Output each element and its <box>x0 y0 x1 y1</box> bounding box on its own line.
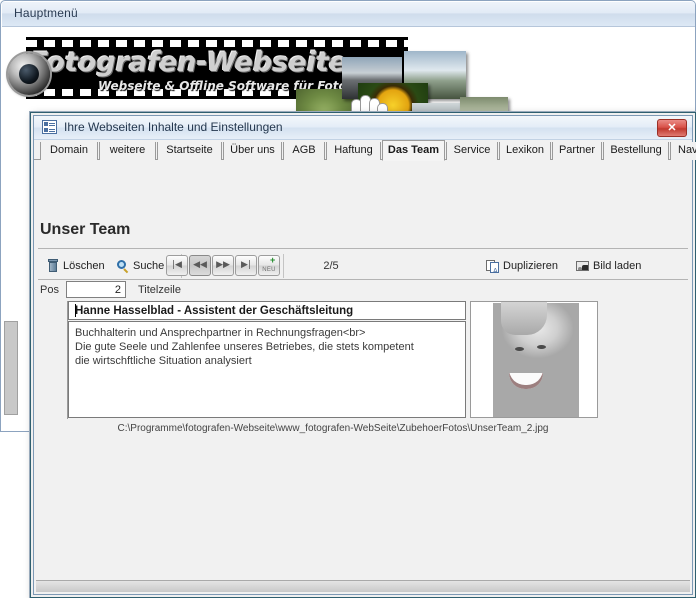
title-input-value: Hanne Hasselblad - Assistent der Geschäf… <box>75 305 354 317</box>
tab-haftung[interactable]: Haftung <box>326 142 381 160</box>
tab-weitere[interactable]: weitere <box>99 142 156 160</box>
tab-partner[interactable]: Partner <box>552 142 602 160</box>
team-photo-preview[interactable] <box>470 301 598 418</box>
record-selector-bar[interactable] <box>60 301 68 419</box>
search-button-label: Suche <box>133 260 165 272</box>
tab-lexikon[interactable]: Lexikon <box>499 142 551 160</box>
pos-input[interactable]: 2 <box>66 281 126 298</box>
plus-icon: + <box>270 255 276 265</box>
next-record-button[interactable]: ▶▶ <box>212 255 234 276</box>
duplicate-button[interactable]: Duplizieren <box>486 256 576 282</box>
close-icon[interactable]: ✕ <box>657 119 687 137</box>
tab-bar: Domain weitere Startseite Über uns AGB H… <box>34 140 696 161</box>
first-record-button[interactable]: |◀ <box>166 255 188 276</box>
last-record-button[interactable]: ▶| <box>235 255 257 276</box>
body-textarea[interactable]: Buchhalterin und Ansprechpartner in Rech… <box>68 321 466 418</box>
duplicate-button-label: Duplizieren <box>503 260 559 272</box>
tab-service[interactable]: Service <box>446 142 498 160</box>
body-line-1: Buchhalterin und Ansprechpartner in Rech… <box>75 327 366 339</box>
tab-startseite[interactable]: Startseite <box>157 142 222 160</box>
body-line-3: die wirtschftliche Situation analysiert <box>75 355 252 367</box>
camera-lens-icon <box>8 53 50 95</box>
tab-agb[interactable]: AGB <box>283 142 325 160</box>
banner-title: Fotografen-Webseite <box>30 47 348 78</box>
main-window-titlebar: Hauptmenü <box>2 2 695 27</box>
text-caret <box>75 304 76 317</box>
trash-icon <box>46 259 60 273</box>
screen: Hauptmenü Fotografen-Webseite Webseite &… <box>0 0 696 598</box>
pos-label: Pos <box>40 284 59 296</box>
site-banner: Fotografen-Webseite Webseite & Offline S… <box>8 35 510 149</box>
form-icon <box>42 120 57 134</box>
new-record-label: NEU <box>262 267 276 273</box>
title-input[interactable]: Hanne Hasselblad - Assistent der Geschäf… <box>68 301 466 320</box>
settings-dialog: Ihre Webseiten Inhalte und Einstellungen… <box>30 112 696 598</box>
tab-bestellung[interactable]: Bestellung <box>603 142 669 160</box>
dialog-title: Ihre Webseiten Inhalte und Einstellungen <box>64 120 283 134</box>
dialog-titlebar[interactable]: Ihre Webseiten Inhalte und Einstellungen… <box>34 116 692 140</box>
divider <box>38 248 688 249</box>
record-toolbar: Löschen Suche |◀ ◀◀ ▶▶ ▶| + NEU 2/5 A Du… <box>38 253 688 282</box>
dialog-frame: Ihre Webseiten Inhalte und Einstellungen… <box>33 115 696 595</box>
record-editor: Hanne Hasselblad - Assistent der Geschäf… <box>60 301 606 419</box>
tab-navigation[interactable]: Navigation <box>670 142 696 160</box>
dialog-statusbar <box>36 580 690 592</box>
image-icon <box>576 259 590 273</box>
toolbar-separator <box>283 254 284 278</box>
duplicate-icon <box>486 259 500 282</box>
new-record-button[interactable]: + NEU <box>258 255 280 276</box>
image-path-label: C:\Programme\fotografen-Webseite\www_fot… <box>117 423 549 434</box>
previous-record-button[interactable]: ◀◀ <box>189 255 211 276</box>
titlezeile-label: Titelzeile <box>138 284 181 296</box>
divider <box>38 279 688 280</box>
team-member-photo <box>493 302 579 417</box>
last-record-icon: ▶| <box>241 260 251 270</box>
first-record-icon: |◀ <box>172 260 182 270</box>
tab-panel-das-team: Unser Team Löschen Suche |◀ ◀◀ ▶▶ ▶| + N… <box>34 161 692 580</box>
load-image-button[interactable]: Bild laden <box>576 256 666 276</box>
search-icon <box>116 259 130 274</box>
tab-ueber-uns[interactable]: Über uns <box>223 142 282 160</box>
page-title: Unser Team <box>40 221 131 238</box>
previous-record-icon: ◀◀ <box>193 260 207 270</box>
delete-button[interactable]: Löschen <box>46 256 112 276</box>
tab-das-team[interactable]: Das Team <box>382 140 445 161</box>
body-line-2: Die gute Seele und Zahlenfee unseres Bet… <box>75 341 414 353</box>
next-record-icon: ▶▶ <box>216 260 230 270</box>
main-window-scrollbar[interactable] <box>4 321 18 415</box>
record-counter: 2/5 <box>323 260 339 272</box>
tab-domain[interactable]: Domain <box>40 142 98 160</box>
load-image-button-label: Bild laden <box>593 260 642 272</box>
delete-button-label: Löschen <box>63 260 105 272</box>
main-window-title: Hauptmenü <box>14 6 78 20</box>
